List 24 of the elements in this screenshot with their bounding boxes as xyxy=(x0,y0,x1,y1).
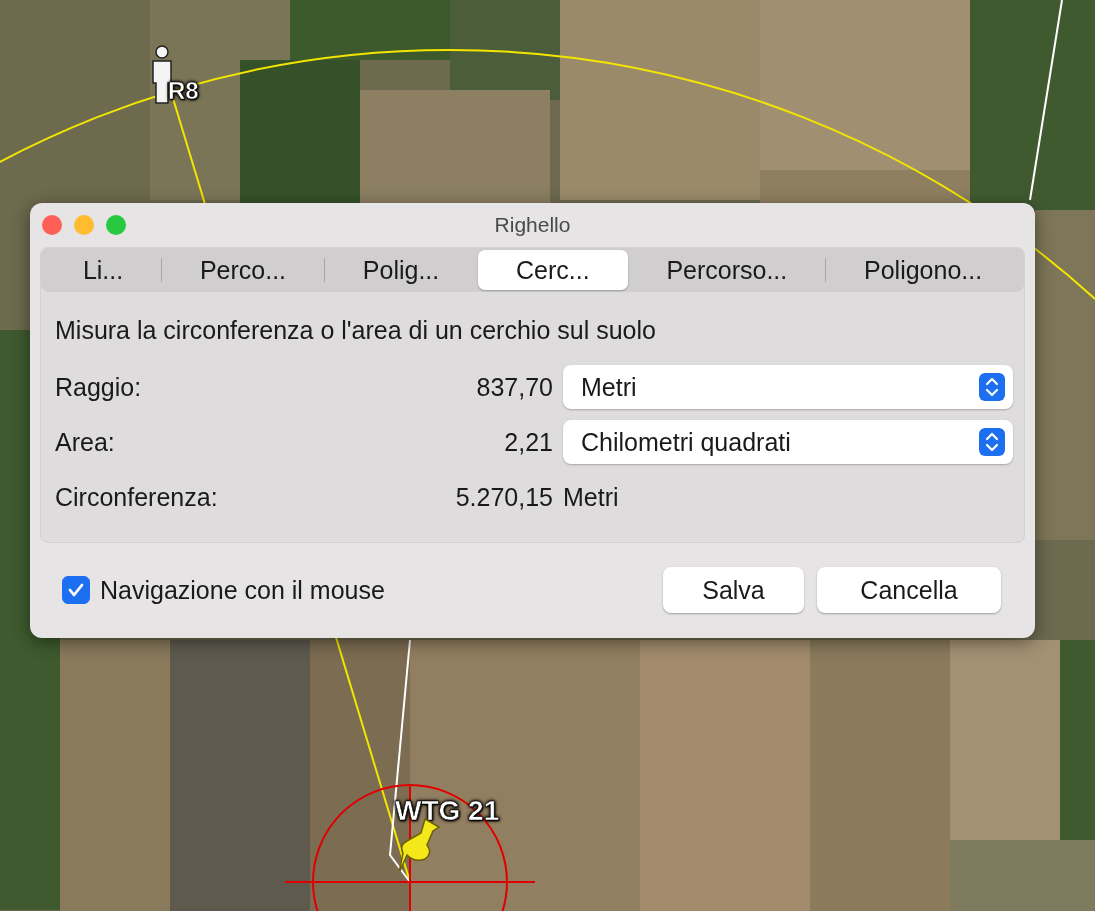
field-label: Circonferenza: xyxy=(55,482,219,512)
field-label: Raggio: xyxy=(55,372,143,402)
unit-text: Metri xyxy=(563,482,620,513)
dialog-button[interactable]: Cancella xyxy=(817,567,1001,613)
unit-dropdown[interactable]: Metri xyxy=(563,365,1013,409)
checkbox-label: Navigazione con il mouse xyxy=(100,575,385,605)
tab[interactable]: Poligono... xyxy=(826,250,1021,290)
chevron-updown-icon xyxy=(979,373,1005,401)
dialog-button[interactable]: Salva xyxy=(663,567,804,613)
window-title: Righello xyxy=(494,213,571,237)
field-label: Area: xyxy=(55,427,116,457)
tab[interactable]: Li... xyxy=(45,250,162,290)
tab[interactable]: Cerc... xyxy=(478,250,628,290)
measure-value: 837,70 xyxy=(475,372,553,402)
checkbox[interactable] xyxy=(62,576,90,604)
chevron-updown-icon xyxy=(979,428,1005,456)
tab[interactable]: Polig... xyxy=(324,250,478,290)
close-button[interactable] xyxy=(42,215,62,235)
description-text: Misura la circonferenza o l'area di un cerchio sul suolo xyxy=(55,316,657,345)
tab[interactable]: Percorso... xyxy=(628,250,826,290)
measure-value: 2,21 xyxy=(503,427,553,457)
tab[interactable]: Perco... xyxy=(162,250,324,290)
measure-value: 5.270,15 xyxy=(454,482,553,512)
unit-dropdown[interactable]: Chilometri quadrati xyxy=(563,420,1013,464)
